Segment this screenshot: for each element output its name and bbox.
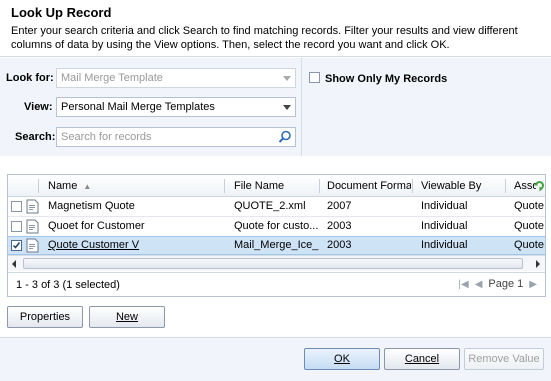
grid-header: Name ▲ File Name Document Format Viewabl… bbox=[8, 175, 545, 197]
ok-button[interactable]: OK bbox=[304, 348, 380, 370]
document-icon bbox=[26, 238, 39, 253]
refresh-icon[interactable] bbox=[534, 179, 545, 195]
cancel-button-label: Cancel bbox=[404, 353, 440, 365]
pager: |◀ ◀ Page 1 ▶ bbox=[458, 278, 537, 290]
document-icon bbox=[26, 199, 39, 214]
results-grid: Name ▲ File Name Document Format Viewabl… bbox=[7, 174, 546, 297]
row-viewable-by: Individual bbox=[421, 220, 468, 232]
first-page-icon[interactable]: |◀ bbox=[458, 279, 468, 290]
next-page-icon[interactable]: ▶ bbox=[529, 279, 537, 290]
page-label: Page 1 bbox=[488, 278, 524, 290]
new-button[interactable]: New bbox=[89, 306, 165, 328]
show-only-my-records-label: Show Only My Records bbox=[325, 73, 448, 85]
search-label: Search: bbox=[15, 131, 56, 143]
checkmark-icon bbox=[12, 242, 21, 249]
scroll-right-button[interactable] bbox=[531, 256, 545, 271]
record-count: 1 - 3 of 3 (1 selected) bbox=[16, 279, 120, 291]
row-document-format: 2003 bbox=[327, 220, 352, 232]
look-for-value: Mail Merge Template bbox=[61, 72, 163, 84]
row-name-link[interactable]: Quoet for Customer bbox=[48, 217, 218, 236]
table-row[interactable]: Quote Customer V Mail_Merge_Ice_... 2003… bbox=[8, 236, 545, 255]
row-checkbox[interactable] bbox=[11, 221, 22, 232]
new-button-label: New bbox=[115, 311, 138, 323]
criteria-fields: Look for: Mail Merge Template View: Pers… bbox=[0, 58, 302, 156]
row-file-name: Mail_Merge_Ice_... bbox=[234, 239, 319, 251]
row-document-format: 2007 bbox=[327, 200, 352, 212]
arrow-right-icon bbox=[536, 260, 540, 268]
scroll-left-button[interactable] bbox=[8, 256, 22, 271]
horizontal-scrollbar[interactable] bbox=[8, 255, 545, 271]
row-checkbox[interactable] bbox=[11, 201, 22, 212]
grid-footer: 1 - 3 of 3 (1 selected) |◀ ◀ Page 1 ▶ bbox=[8, 272, 545, 296]
row-viewable-by: Individual bbox=[421, 200, 468, 212]
sort-ascending-icon: ▲ bbox=[83, 182, 92, 191]
column-header-file-name[interactable]: File Name bbox=[234, 175, 319, 197]
row-document-format: 2003 bbox=[327, 239, 352, 251]
look-for-select: Mail Merge Template bbox=[56, 68, 296, 88]
column-header-viewable-by[interactable]: Viewable By bbox=[421, 175, 501, 197]
column-header-name[interactable]: Name ▲ bbox=[48, 175, 218, 197]
view-value: Personal Mail Merge Templates bbox=[61, 101, 215, 113]
column-header-document-format[interactable]: Document Format bbox=[327, 175, 411, 197]
show-only-my-records-checkbox[interactable] bbox=[309, 72, 320, 83]
view-label: View: bbox=[24, 101, 53, 113]
arrow-left-icon bbox=[12, 260, 16, 268]
dialog-footer: OK Cancel Remove Value bbox=[0, 337, 551, 381]
cancel-button[interactable]: Cancel bbox=[384, 348, 460, 370]
row-file-name: Quote for custo... bbox=[234, 220, 319, 232]
column-header-associated[interactable]: Asso bbox=[514, 175, 536, 197]
row-checkbox[interactable] bbox=[11, 240, 22, 251]
previous-page-icon[interactable]: ◀ bbox=[475, 279, 483, 290]
table-row[interactable]: Quoet for Customer Quote for custo... 20… bbox=[8, 217, 545, 236]
row-viewable-by: Individual bbox=[421, 239, 468, 251]
chevron-down-icon bbox=[283, 76, 291, 81]
chevron-down-icon bbox=[283, 105, 291, 110]
dialog-description: Enter your search criteria and click Sea… bbox=[11, 25, 518, 51]
dialog-header: Look Up Record Enter your search criteri… bbox=[0, 0, 551, 57]
properties-button[interactable]: Properties bbox=[7, 306, 83, 328]
ok-button-label: OK bbox=[334, 353, 350, 365]
row-name-link[interactable]: Magnetism Quote bbox=[48, 197, 218, 216]
search-button[interactable] bbox=[275, 128, 295, 146]
dialog-title: Look Up Record bbox=[11, 5, 112, 20]
search-criteria-panel: Look for: Mail Merge Template View: Pers… bbox=[0, 58, 551, 156]
view-select[interactable]: Personal Mail Merge Templates bbox=[56, 97, 296, 117]
document-icon bbox=[26, 219, 39, 234]
search-input[interactable]: Search for records bbox=[56, 127, 296, 147]
row-associated: Quote bbox=[514, 220, 544, 232]
look-for-label: Look for: bbox=[6, 72, 54, 84]
remove-value-button[interactable]: Remove Value bbox=[464, 348, 544, 370]
table-row[interactable]: Magnetism Quote QUOTE_2.xml 2007 Individ… bbox=[8, 197, 545, 216]
scrollbar-thumb[interactable] bbox=[23, 258, 523, 269]
row-name-link[interactable]: Quote Customer V bbox=[48, 237, 218, 256]
search-placeholder: Search for records bbox=[61, 131, 152, 143]
row-associated: Quote bbox=[514, 239, 544, 251]
row-associated: Quote bbox=[514, 200, 544, 212]
row-file-name: QUOTE_2.xml bbox=[234, 200, 306, 212]
search-icon bbox=[278, 130, 291, 143]
